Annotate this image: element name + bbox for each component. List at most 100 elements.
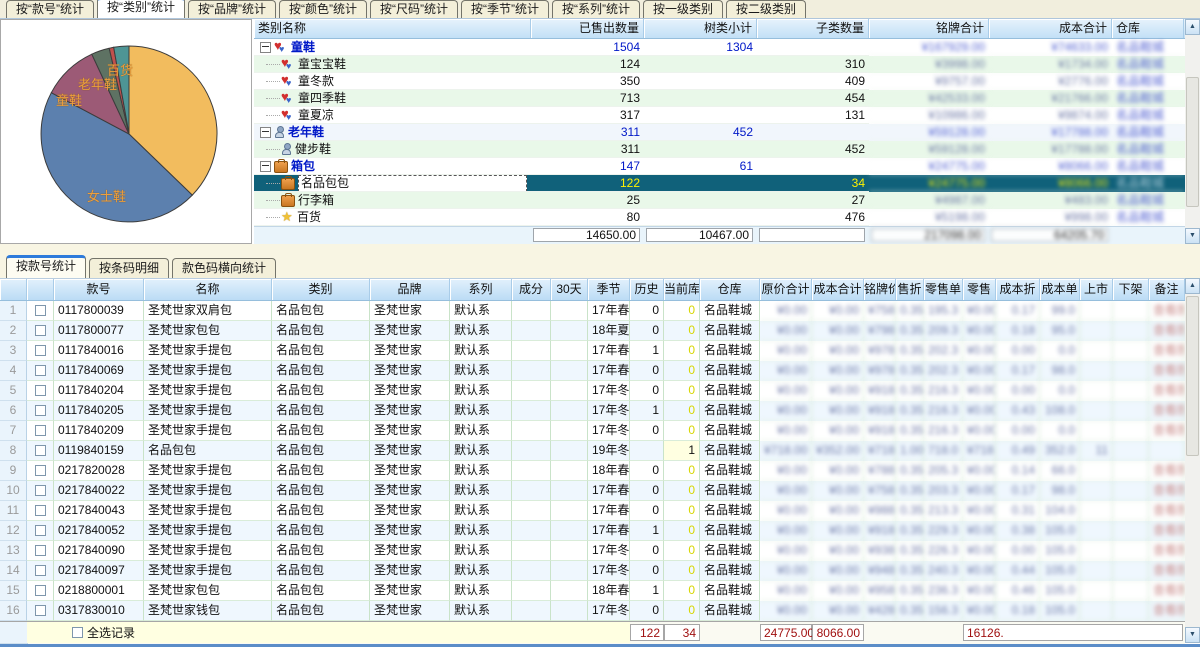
table-row[interactable]: 40117840069圣梵世家手提包名品包包圣梵世家默认系17年春00名品鞋城¥… — [0, 361, 1185, 381]
grid-col-header-up[interactable]: 上市 — [1080, 279, 1113, 300]
tree-row[interactable]: 健步鞋311452¥59128.00¥17788.00名品鞋城 — [254, 141, 1200, 158]
tree-row[interactable]: 童鞋15041304¥167929.00¥74633.00名品鞋城 — [254, 39, 1200, 56]
tree-scrollbar[interactable]: ▲ ▼ — [1185, 19, 1200, 244]
tree-col-header-3[interactable]: 子类数量 — [757, 19, 869, 38]
row-checkbox[interactable] — [35, 565, 46, 576]
table-row[interactable]: 150218800001圣梵世家包包名品包包圣梵世家默认系18年春10名品鞋城¥… — [0, 581, 1185, 601]
scrollbar-thumb[interactable] — [1186, 296, 1199, 456]
row-checkbox[interactable] — [35, 465, 46, 476]
cell-m3: ¥958.00 — [864, 581, 896, 601]
grid-col-header-stock[interactable]: 当前库 — [664, 279, 700, 300]
row-checkbox[interactable] — [35, 605, 46, 616]
table-row[interactable]: 70117840209圣梵世家手提包名品包包圣梵世家默认系17年冬00名品鞋城¥… — [0, 421, 1185, 441]
bottom-tab-1[interactable]: 按条码明细 — [89, 258, 169, 278]
scroll-down-button[interactable]: ▼ — [1185, 627, 1200, 643]
table-row[interactable]: 160317830010圣梵世家钱包名品包包圣梵世家默认系17年冬00名品鞋城¥… — [0, 601, 1185, 621]
tree-row[interactable]: 童宝宝鞋124310¥3998.00¥1734.00名品鞋城 — [254, 56, 1200, 73]
collapse-box[interactable] — [260, 127, 271, 138]
grid-col-header-hist[interactable]: 历史 — [630, 279, 664, 300]
scrollbar-thumb[interactable] — [1186, 77, 1199, 207]
row-checkbox[interactable] — [35, 545, 46, 556]
top-tab-3[interactable]: 按“颜色”统计 — [279, 0, 367, 18]
scroll-up-button[interactable]: ▲ — [1185, 278, 1200, 294]
grid-col-header-brand[interactable]: 品牌 — [370, 279, 450, 300]
scroll-up-button[interactable]: ▲ — [1185, 19, 1200, 35]
row-checkbox[interactable] — [35, 325, 46, 336]
tree-col-header-0[interactable]: 类别名称 — [254, 19, 531, 38]
tree-row[interactable]: 百货80476¥5198.00¥998.00名品鞋城 — [254, 209, 1200, 226]
row-checkbox[interactable] — [35, 525, 46, 536]
row-checkbox[interactable] — [35, 485, 46, 496]
tree-row[interactable]: 童四季鞋713454¥42533.00¥21766.00名品鞋城 — [254, 90, 1200, 107]
top-tab-4[interactable]: 按“尺码”统计 — [370, 0, 458, 18]
row-checkbox[interactable] — [35, 445, 46, 456]
grid-col-header-code[interactable]: 款号 — [54, 279, 144, 300]
grid-col-header-name[interactable]: 名称 — [144, 279, 272, 300]
grid-col-header-series[interactable]: 系列 — [450, 279, 512, 300]
table-row[interactable]: 10117800039圣梵世家双肩包名品包包圣梵世家默认系17年春00名品鞋城¥… — [0, 301, 1185, 321]
row-checkbox[interactable] — [35, 425, 46, 436]
table-row[interactable]: 140217840097圣梵世家手提包名品包包圣梵世家默认系17年冬00名品鞋城… — [0, 561, 1185, 581]
table-row[interactable]: 50117840204圣梵世家手提包名品包包圣梵世家默认系17年冬00名品鞋城¥… — [0, 381, 1185, 401]
grid-col-header-m5[interactable]: 零售单 — [924, 279, 963, 300]
bottom-tab-2[interactable]: 款色码横向统计 — [172, 258, 276, 278]
select-all-checkbox[interactable] — [72, 627, 83, 638]
row-checkbox[interactable] — [35, 365, 46, 376]
grid-col-header-season[interactable]: 季节 — [588, 279, 630, 300]
table-row[interactable]: 80119840159名品包包名品包包圣梵世家默认系19年冬1名品鞋城¥718.… — [0, 441, 1185, 461]
tree-row[interactable]: 名品包包12234¥24775.00¥8066.00名品鞋城 — [254, 175, 1200, 192]
tree-col-header-1[interactable]: 已售出数量 — [531, 19, 644, 38]
tree-row[interactable]: 箱包14761¥24775.00¥8066.00名品鞋城 — [254, 158, 1200, 175]
bottom-tab-0[interactable]: 按款号统计 — [6, 255, 86, 278]
tree-col-header-5[interactable]: 成本合计 — [989, 19, 1112, 38]
grid-scrollbar[interactable]: ▲ ▼ — [1185, 278, 1200, 643]
grid-col-header-m7[interactable]: 成本折 — [996, 279, 1040, 300]
table-row[interactable]: 20117800077圣梵世家包包名品包包圣梵世家默认系18年夏00名品鞋城¥0… — [0, 321, 1185, 341]
tree-row[interactable]: 老年鞋311452¥59128.00¥17788.00名品鞋城 — [254, 124, 1200, 141]
collapse-box[interactable] — [260, 42, 271, 53]
row-checkbox[interactable] — [35, 385, 46, 396]
row-checkbox[interactable] — [35, 345, 46, 356]
grid-col-header-store[interactable]: 仓库 — [700, 279, 760, 300]
grid-col-header-down[interactable]: 下架 — [1113, 279, 1149, 300]
table-row[interactable]: 90217820028圣梵世家手提包名品包包圣梵世家默认系18年春00名品鞋城¥… — [0, 461, 1185, 481]
cell-m5: 195.3 — [924, 301, 963, 321]
grid-col-header-d30[interactable]: 30天 — [551, 279, 588, 300]
table-row[interactable]: 30117840016圣梵世家手提包名品包包圣梵世家默认系17年春10名品鞋城¥… — [0, 341, 1185, 361]
row-checkbox[interactable] — [35, 305, 46, 316]
tree-row[interactable]: 童夏凉317131¥10986.00¥9874.00名品鞋城 — [254, 107, 1200, 124]
scroll-down-button[interactable]: ▼ — [1185, 228, 1200, 244]
tree-cell-store: 名品鞋城 — [1112, 175, 1184, 192]
grid-col-header-m8[interactable]: 成本单 — [1040, 279, 1080, 300]
grid-col-header-m4[interactable]: 售折 — [896, 279, 924, 300]
tree-row[interactable]: 童冬款350409¥9757.00¥2776.00名品鞋城 — [254, 73, 1200, 90]
table-row[interactable]: 60117840205圣梵世家手提包名品包包圣梵世家默认系17年冬10名品鞋城¥… — [0, 401, 1185, 421]
grid-col-header-m3[interactable]: 铭牌价 — [864, 279, 896, 300]
top-tab-6[interactable]: 按“系列”统计 — [552, 0, 640, 18]
tree-row[interactable]: 行李箱2527¥4987.00¥483.00名品鞋城 — [254, 192, 1200, 209]
collapse-box[interactable] — [260, 161, 271, 172]
row-checkbox[interactable] — [35, 585, 46, 596]
grid-col-header-cat[interactable]: 类别 — [272, 279, 370, 300]
tree-col-header-6[interactable]: 仓库 — [1112, 19, 1184, 38]
cell-comp — [512, 601, 551, 621]
grid-col-header-comp[interactable]: 成分 — [512, 279, 551, 300]
top-tab-7[interactable]: 按一级类别 — [643, 0, 723, 18]
tree-col-header-2[interactable]: 树类小计 — [644, 19, 757, 38]
top-tab-5[interactable]: 按“季节”统计 — [461, 0, 549, 18]
table-row[interactable]: 130217840090圣梵世家手提包名品包包圣梵世家默认系17年冬00名品鞋城… — [0, 541, 1185, 561]
grid-col-header-note[interactable]: 备注 — [1149, 279, 1185, 300]
top-tab-2[interactable]: 按“品牌”统计 — [188, 0, 276, 18]
grid-col-header-m2[interactable]: 成本合计 — [812, 279, 864, 300]
row-checkbox[interactable] — [35, 505, 46, 516]
top-tab-8[interactable]: 按二级类别 — [726, 0, 806, 18]
top-tab-1[interactable]: 按“类别”统计 — [97, 0, 185, 18]
table-row[interactable]: 110217840043圣梵世家手提包名品包包圣梵世家默认系17年春00名品鞋城… — [0, 501, 1185, 521]
tree-col-header-4[interactable]: 铭牌合计 — [869, 19, 989, 38]
grid-col-header-m6[interactable]: 零售 — [963, 279, 996, 300]
top-tab-0[interactable]: 按“款号”统计 — [6, 0, 94, 18]
row-checkbox[interactable] — [35, 405, 46, 416]
table-row[interactable]: 120217840052圣梵世家手提包名品包包圣梵世家默认系17年春10名品鞋城… — [0, 521, 1185, 541]
grid-col-header-m1[interactable]: 原价合计 — [760, 279, 812, 300]
table-row[interactable]: 100217840022圣梵世家手提包名品包包圣梵世家默认系17年春00名品鞋城… — [0, 481, 1185, 501]
